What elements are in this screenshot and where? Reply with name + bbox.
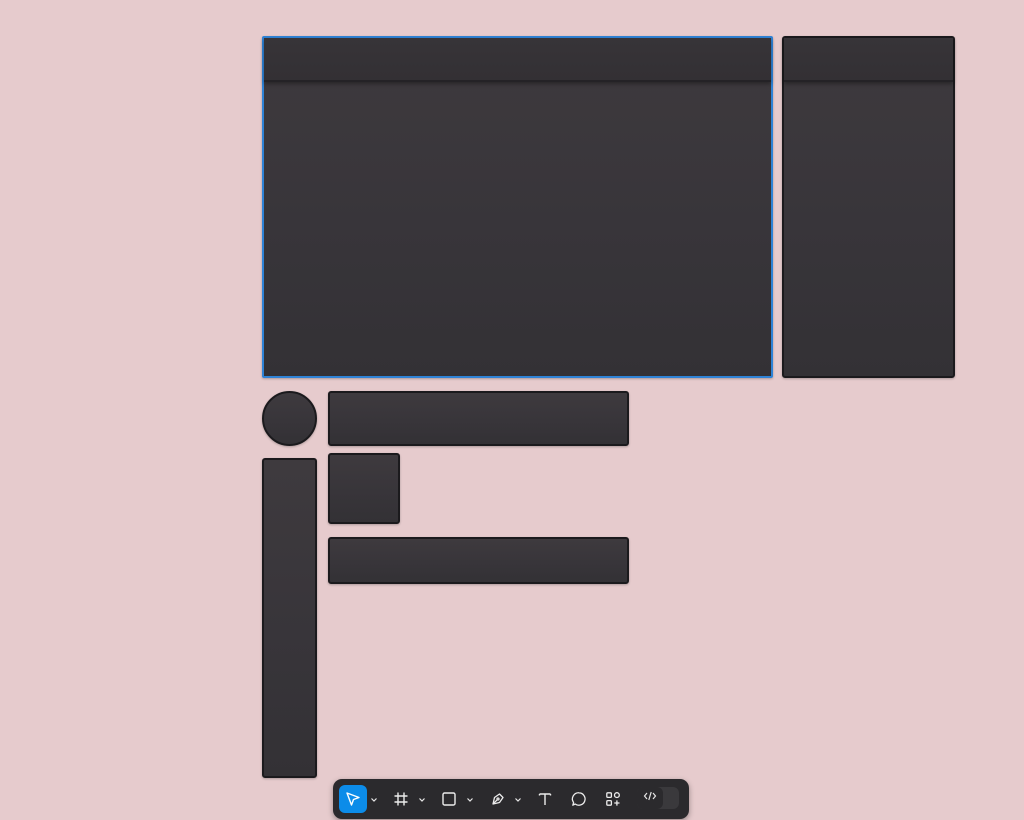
ellipse-shape[interactable] — [262, 391, 317, 446]
dev-mode-knob — [637, 787, 663, 809]
frame-main-header — [264, 38, 771, 82]
move-tool-menu-button[interactable] — [369, 785, 379, 813]
shape-tool-menu-button[interactable] — [465, 785, 475, 813]
actions-tool-button[interactable] — [599, 785, 627, 813]
pen-nib-icon — [489, 790, 507, 808]
chevron-down-icon — [514, 790, 522, 808]
cursor-arrow-icon — [344, 790, 362, 808]
move-tool-button[interactable] — [339, 785, 367, 813]
dev-mode-toggle[interactable] — [637, 787, 679, 809]
frame-tool-button[interactable] — [387, 785, 415, 813]
rectangle-bar-top[interactable] — [328, 391, 629, 446]
rectangle-icon — [440, 790, 458, 808]
code-brackets-icon — [643, 789, 657, 807]
pen-tool-button[interactable] — [484, 785, 512, 813]
frame-tool-menu-button[interactable] — [417, 785, 427, 813]
shape-tool-button[interactable] — [435, 785, 463, 813]
comment-tool-button[interactable] — [565, 785, 593, 813]
chevron-down-icon — [466, 790, 474, 808]
rectangle-tall-bar[interactable] — [262, 458, 317, 778]
actions-grid-icon — [604, 790, 622, 808]
rectangle-bar-middle[interactable] — [328, 537, 629, 584]
rectangle-square[interactable] — [328, 453, 400, 524]
chevron-down-icon — [370, 790, 378, 808]
pen-tool-menu-button[interactable] — [513, 785, 523, 813]
text-t-icon — [536, 790, 554, 808]
frame-side-header — [784, 38, 953, 82]
bottom-toolbar — [333, 779, 689, 819]
comment-bubble-icon — [570, 790, 588, 808]
text-tool-button[interactable] — [531, 785, 559, 813]
frame-hash-icon — [392, 790, 410, 808]
frame-side-panel[interactable] — [782, 36, 955, 378]
chevron-down-icon — [418, 790, 426, 808]
selected-frame-main[interactable] — [262, 36, 773, 378]
